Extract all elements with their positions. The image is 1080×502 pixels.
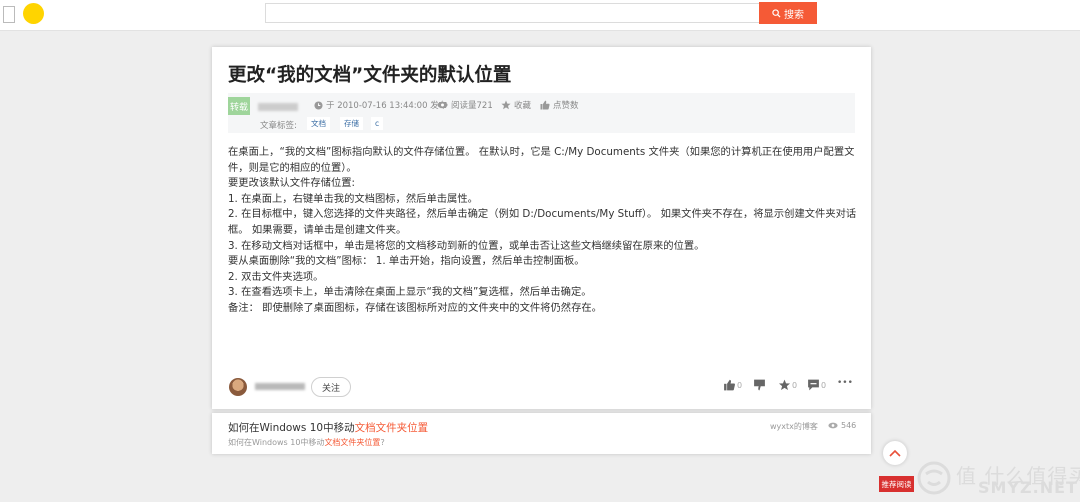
chevron-up-icon [889, 449, 901, 457]
follow-button[interactable]: 关注 [311, 377, 351, 397]
related-summary-suffix: ? [380, 438, 385, 447]
thumbs-up-icon [540, 100, 550, 110]
like-count: 0 [737, 380, 743, 390]
tag-item[interactable]: c [371, 117, 384, 130]
favorite-text: 收藏 [514, 101, 532, 111]
watermark: 值 什么值得买 SMYZ.NET [916, 458, 1080, 498]
paragraph: 1. 在桌面上，右键单击我的文档图标，然后单击属性。 [228, 192, 478, 205]
like-button[interactable]: 0 [723, 379, 742, 391]
like-link[interactable]: 点赞数 [540, 99, 579, 111]
clock-icon [314, 100, 323, 110]
repost-badge: 转载 [228, 97, 250, 115]
paragraph: 备注： 即使删除了桌面图标，存储在该图标所对应的文件夹中的文件将仍然存在。 [228, 301, 602, 314]
scroll-top-button[interactable] [883, 441, 907, 465]
menu-icon[interactable] [3, 6, 15, 23]
related-article[interactable]: 如何在Windows 10中移动文档文件夹位置 如何在Windows 10中移动… [212, 413, 871, 454]
user-name[interactable] [255, 383, 305, 390]
article-card: 更改“我的文档”文件夹的默认位置 转载 于 2010-07-16 13:44:0… [212, 47, 871, 409]
eye-icon [828, 422, 838, 429]
like-text: 点赞数 [553, 101, 579, 111]
comment-count: 0 [821, 380, 827, 390]
related-title-prefix: 如何在Windows 10中移动 [228, 422, 355, 434]
star-icon [501, 100, 511, 110]
related-views: 546 [828, 421, 856, 430]
comment-button[interactable]: 0 [807, 379, 826, 391]
favorite-count: 0 [792, 380, 798, 390]
author-name[interactable] [258, 103, 298, 111]
article-body: 在桌面上，“我的文档”图标指向默认的文件存储位置。 在默认时，它是 C:/My … [228, 145, 858, 317]
tag-item[interactable]: 文档 [307, 117, 330, 130]
favorite-link[interactable]: 收藏 [501, 99, 531, 111]
thumbs-down-icon [754, 379, 765, 391]
search-icon [772, 8, 781, 18]
search-input[interactable] [265, 3, 759, 23]
tag-item[interactable]: 存储 [340, 117, 363, 130]
paragraph: 在桌面上，“我的文档”图标指向默认的文件存储位置。 在默认时，它是 C:/My … [228, 146, 855, 174]
watermark-logo-icon [917, 461, 951, 495]
related-summary-prefix: 如何在Windows 10中移动 [228, 438, 325, 447]
article-meta: 转载 于 2010-07-16 13:44:00 发布 阅读量721 收藏 点赞… [228, 93, 855, 133]
more-button[interactable]: ••• [837, 378, 853, 388]
top-bar: 搜索 [0, 0, 1080, 31]
related-summary-highlight: 文档文件夹位置 [324, 438, 381, 447]
read-count-text: 阅读量721 [451, 101, 493, 111]
paragraph: 3. 在移动文档对话框中，单击是将您的文档移动到新的位置，或单击否让这些文档继续… [228, 239, 705, 252]
search-button-label: 搜索 [784, 9, 804, 21]
related-source[interactable]: wyxtx的博客 [770, 421, 818, 432]
related-title-highlight: 文档文件夹位置 [354, 422, 429, 434]
search-button[interactable]: 搜索 [759, 2, 817, 24]
related-views-count: 546 [841, 421, 857, 430]
favorite-button[interactable]: 0 [778, 379, 797, 391]
read-count: 阅读量721 [437, 99, 493, 111]
publish-time: 于 2010-07-16 13:44:00 发布 [314, 99, 447, 111]
dislike-button[interactable] [753, 379, 767, 391]
watermark-subtext: SMYZ.NET [978, 478, 1078, 497]
article-title: 更改“我的文档”文件夹的默认位置 [228, 65, 512, 86]
paragraph: 要从桌面删除“我的文档”图标： 1. 单击开始，指向设置，然后单击控制面板。 [228, 255, 585, 268]
comment-icon [808, 379, 819, 391]
paragraph: 2. 在目标框中，键入您选择的文件夹路径，然后单击确定（例如 D:/Docume… [228, 208, 857, 236]
paragraph: 要更改该默认文件存储位置: [228, 177, 356, 190]
star-icon [778, 379, 791, 391]
article-footer: 关注 0 0 0 ••• [212, 369, 871, 403]
eye-icon [437, 101, 448, 109]
related-title[interactable]: 如何在Windows 10中移动文档文件夹位置 [228, 420, 428, 435]
tags-label: 文章标签: [260, 121, 297, 131]
related-summary: 如何在Windows 10中移动文档文件夹位置? [228, 437, 385, 448]
thumbs-up-icon [724, 379, 735, 391]
logo[interactable] [23, 3, 44, 24]
paragraph: 3. 在查看选项卡上，单击清除在桌面上显示“我的文档”复选框，然后单击确定。 [228, 286, 592, 299]
publish-time-text: 于 2010-07-16 13:44:00 发布 [326, 101, 448, 111]
paragraph: 2. 双击文件夹选项。 [228, 270, 324, 283]
avatar[interactable] [229, 378, 247, 396]
recommend-reading-button[interactable]: 推荐阅读 [879, 476, 914, 492]
